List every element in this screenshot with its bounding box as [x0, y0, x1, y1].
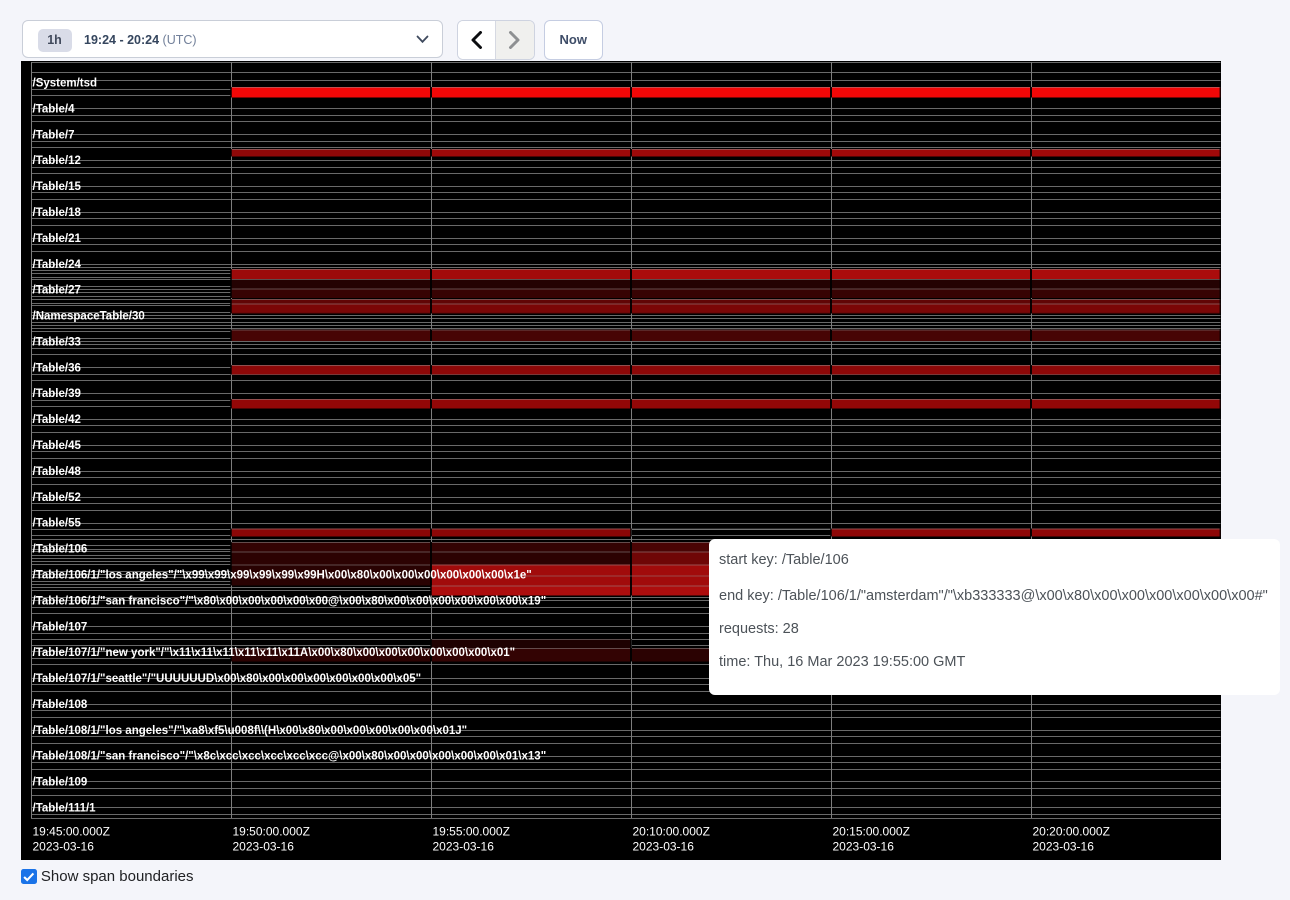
- svg-text:2023-03-16: 2023-03-16: [433, 840, 495, 854]
- svg-text:/Table/33: /Table/33: [33, 336, 81, 348]
- svg-text:/Table/39: /Table/39: [33, 388, 81, 400]
- svg-text:/Table/111/1: /Table/111/1: [33, 803, 97, 815]
- svg-text:/Table/12: /Table/12: [33, 155, 81, 167]
- svg-text:/Table/48: /Table/48: [33, 466, 82, 478]
- svg-text:/Table/108: /Table/108: [33, 699, 88, 711]
- svg-text:/System/tsd: /System/tsd: [33, 78, 98, 90]
- svg-text:/Table/106/1/"los angeles"/"\x: /Table/106/1/"los angeles"/"\x99\x99\x99…: [33, 570, 532, 582]
- svg-text:/Table/107/1/"new york"/"\x11\: /Table/107/1/"new york"/"\x11\x11\x11\x1…: [33, 647, 516, 659]
- svg-text:/Table/7: /Table/7: [33, 129, 75, 141]
- svg-text:/Table/4: /Table/4: [33, 103, 76, 115]
- svg-text:/Table/36: /Table/36: [33, 362, 81, 374]
- svg-text:/Table/21: /Table/21: [33, 233, 82, 245]
- svg-text:2023-03-16: 2023-03-16: [633, 840, 695, 854]
- svg-text:/Table/106: /Table/106: [33, 544, 88, 556]
- svg-text:20:10:00.000Z: 20:10:00.000Z: [633, 825, 710, 839]
- svg-text:19:55:00.000Z: 19:55:00.000Z: [433, 825, 510, 839]
- svg-text:/Table/107: /Table/107: [33, 621, 88, 633]
- svg-text:/Table/42: /Table/42: [33, 414, 81, 426]
- svg-text:20:20:00.000Z: 20:20:00.000Z: [1033, 825, 1110, 839]
- svg-text:/Table/18: /Table/18: [33, 207, 82, 219]
- svg-text:/Table/52: /Table/52: [33, 492, 81, 504]
- svg-text:/Table/55: /Table/55: [33, 518, 82, 530]
- svg-text:/Table/27: /Table/27: [33, 285, 81, 297]
- svg-text:2023-03-16: 2023-03-16: [233, 840, 295, 854]
- svg-text:20:15:00.000Z: 20:15:00.000Z: [833, 825, 910, 839]
- svg-text:/Table/15: /Table/15: [33, 181, 82, 193]
- svg-text:2023-03-16: 2023-03-16: [33, 840, 95, 854]
- svg-text:/Table/24: /Table/24: [33, 259, 82, 271]
- svg-text:2023-03-16: 2023-03-16: [1033, 840, 1095, 854]
- svg-text:19:50:00.000Z: 19:50:00.000Z: [233, 825, 310, 839]
- svg-text:/NamespaceTable/30: /NamespaceTable/30: [33, 311, 145, 323]
- svg-text:/Table/107/1/"seattle"/"UUUUUU: /Table/107/1/"seattle"/"UUUUUUD\x00\x80\…: [33, 673, 422, 685]
- svg-text:2023-03-16: 2023-03-16: [833, 840, 895, 854]
- svg-text:19:45:00.000Z: 19:45:00.000Z: [33, 825, 110, 839]
- svg-text:/Table/106/1/"san francisco"/": /Table/106/1/"san francisco"/"\x80\x00\x…: [33, 595, 547, 607]
- svg-text:/Table/108/1/"san francisco"/": /Table/108/1/"san francisco"/"\x8c\xcc\x…: [33, 751, 547, 763]
- svg-text:/Table/109: /Table/109: [33, 777, 88, 789]
- svg-text:/Table/45: /Table/45: [33, 440, 82, 452]
- svg-text:/Table/108/1/"los angeles"/"\x: /Table/108/1/"los angeles"/"\xa8\xf5\u00…: [33, 725, 468, 737]
